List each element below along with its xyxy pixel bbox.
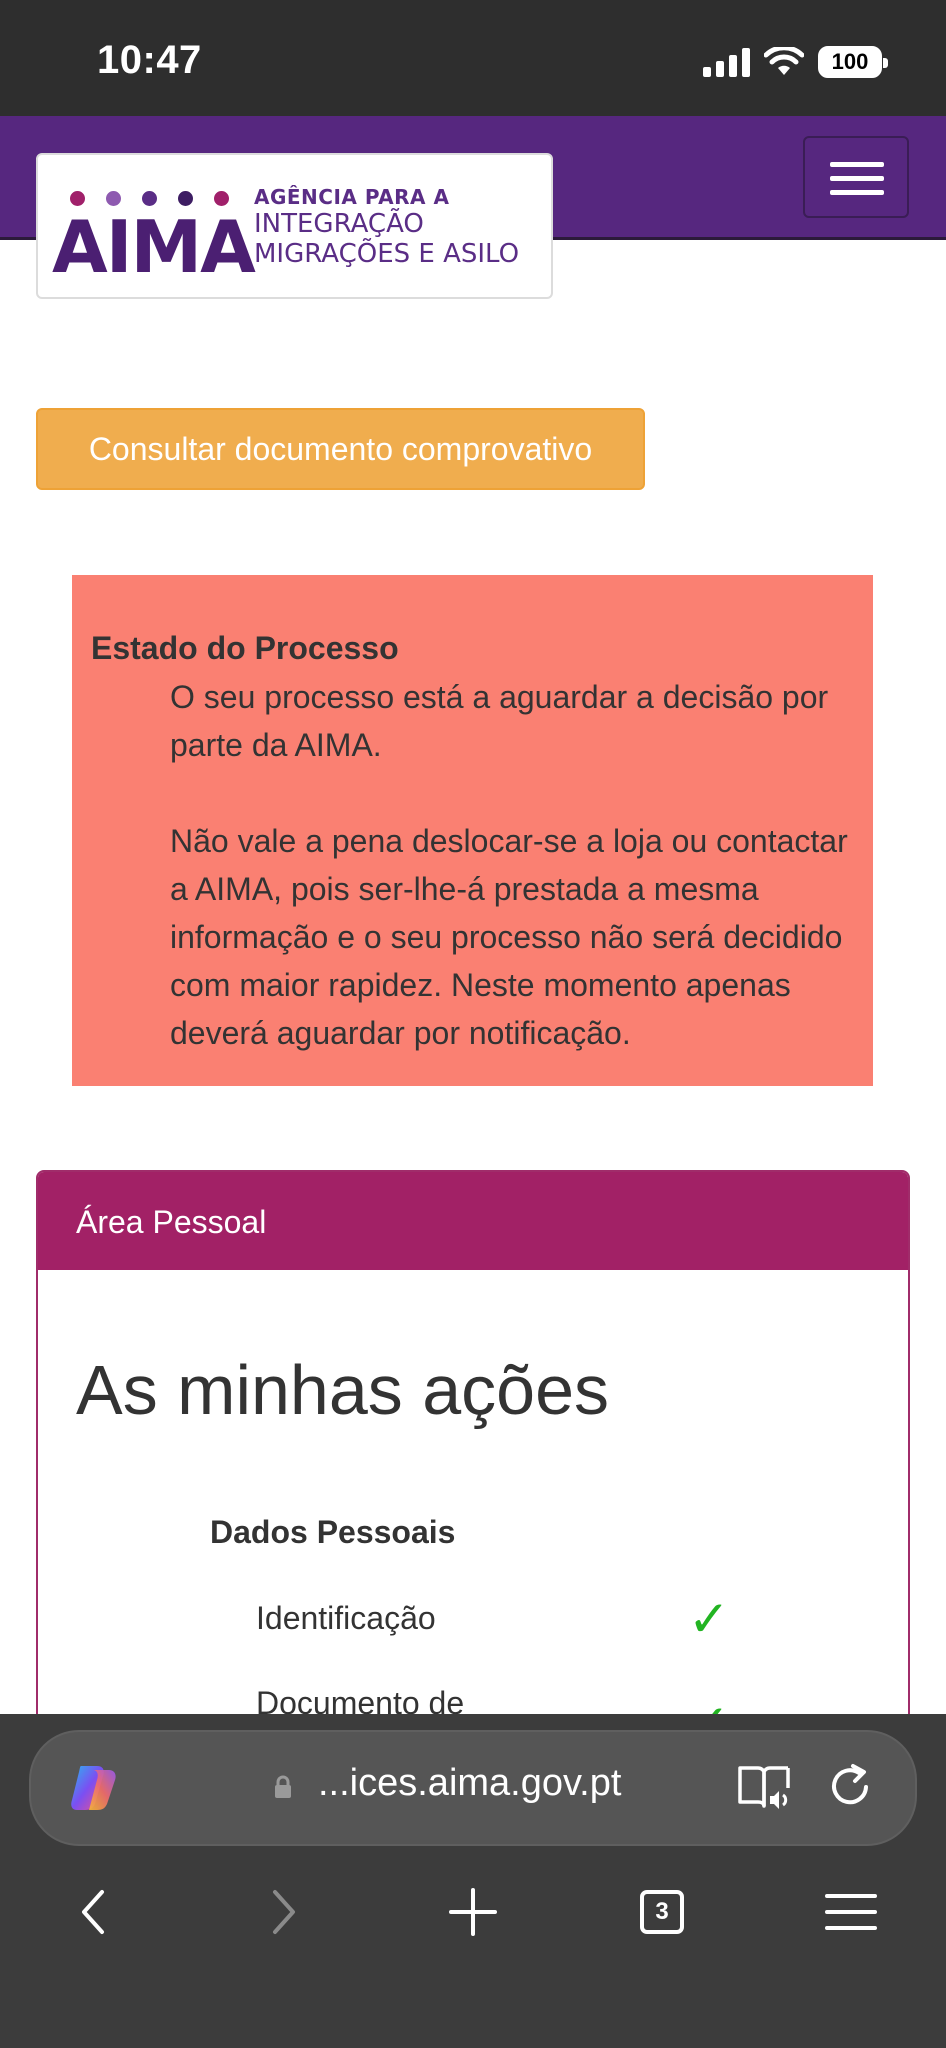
copilot-icon[interactable]: [67, 1760, 121, 1814]
process-status-alert: Estado do Processo O seu processo está a…: [72, 575, 873, 1086]
logo-wordmark: AIMA: [52, 205, 256, 289]
alert-paragraph: O seu processo está a aguardar a decisão…: [170, 679, 829, 763]
plus-icon: [449, 1888, 497, 1936]
consult-document-button[interactable]: Consultar documento comprovativo: [36, 408, 645, 490]
logo-dot: [178, 191, 193, 206]
menu-bar-icon: [830, 190, 884, 195]
logo-line-3: MIGRAÇÕES E ASILO: [254, 239, 520, 269]
logo-tagline: AGÊNCIA PARA A INTEGRAÇÃO MIGRAÇÕES E AS…: [254, 185, 519, 269]
logo-dot: [214, 191, 229, 206]
menu-bar-icon: [830, 162, 884, 167]
wifi-icon: [764, 47, 804, 75]
alert-body: O seu processo está a aguardar a decisão…: [170, 673, 873, 1057]
lock-icon: [275, 1775, 291, 1798]
status-time: 10:47: [97, 38, 202, 82]
logo-dot: [106, 191, 121, 206]
alert-title: Estado do Processo: [91, 630, 399, 666]
panel-heading: Área Pessoal: [38, 1172, 908, 1270]
logo-line-1: AGÊNCIA PARA A: [254, 185, 450, 209]
section-label: Dados Pessoais: [210, 1514, 456, 1550]
personal-area-panel: Área Pessoal As minhas ações Dados Pesso…: [36, 1170, 910, 1730]
menu-bar-icon: [830, 176, 884, 181]
status-icons: 100: [703, 44, 888, 80]
chevron-right-icon: [273, 1890, 295, 1934]
tab-count-icon: 3: [640, 1890, 684, 1934]
page-title: As minhas ações: [76, 1351, 610, 1429]
hamburger-menu-button[interactable]: [803, 136, 909, 218]
logo-dots: [70, 191, 229, 206]
action-item-identificacao[interactable]: Identificação: [256, 1600, 436, 1637]
status-bar: 10:47 100: [0, 0, 946, 116]
reader-mode-icon[interactable]: [736, 1764, 792, 1812]
new-tab-button[interactable]: [443, 1882, 503, 1942]
tabs-button[interactable]: 3: [632, 1882, 692, 1942]
logo-line-2: INTEGRAÇÃO: [254, 209, 424, 239]
forward-button[interactable]: [254, 1882, 314, 1942]
cellular-signal-icon: [703, 47, 750, 77]
battery-icon: 100: [818, 46, 888, 78]
browser-menu-button[interactable]: [821, 1882, 881, 1942]
check-icon: ✓: [688, 1590, 730, 1648]
alert-paragraph: Não vale a pena deslocar-se a loja ou co…: [170, 823, 848, 1051]
logo-dot: [142, 191, 157, 206]
chevron-left-icon: [82, 1890, 104, 1934]
aima-logo[interactable]: AIMA AGÊNCIA PARA A INTEGRAÇÃO MIGRAÇÕES…: [36, 153, 553, 299]
logo-dot: [70, 191, 85, 206]
reload-icon[interactable]: [826, 1762, 876, 1812]
back-button[interactable]: [63, 1882, 123, 1942]
url-text[interactable]: ...ices.aima.gov.pt: [318, 1762, 621, 1805]
menu-icon: [825, 1894, 877, 1930]
